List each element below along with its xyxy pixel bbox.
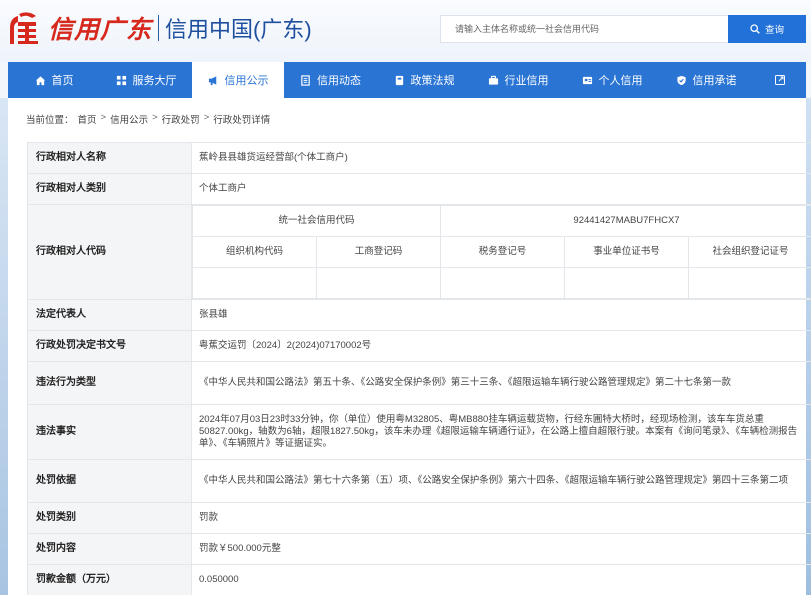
breadcrumb-current: 行政处罚详情 bbox=[213, 115, 271, 126]
nav-label: 信用动态 bbox=[317, 75, 361, 87]
nav-item-home[interactable]: 首页 bbox=[8, 62, 100, 98]
nav-label: 信用承诺 bbox=[692, 75, 737, 87]
book-icon bbox=[395, 75, 403, 85]
breadcrumb-home[interactable]: 首页 bbox=[78, 112, 97, 126]
table-row: 法定代表人 张县雄 bbox=[27, 299, 811, 331]
breadcrumb-prefix: 当前位置： bbox=[26, 115, 74, 126]
grid-icon bbox=[116, 75, 126, 85]
table-row: 统一社会信用代码 92441427MABU7FHCX7 bbox=[192, 205, 811, 237]
id-card-icon bbox=[582, 76, 592, 84]
row-label: 处罚类别 bbox=[27, 502, 192, 534]
page-side-decoration bbox=[0, 98, 8, 595]
search-box bbox=[440, 15, 728, 43]
table-row: 处罚内容 罚款￥500.000元整 bbox=[27, 533, 811, 565]
breadcrumb: 当前位置： 首页 > 信用公示 > 行政处罚 > 行政处罚详情 bbox=[26, 112, 270, 126]
nav-item-personal-credit[interactable]: 个人信用 bbox=[565, 62, 659, 98]
nav-item-credit-publicity[interactable]: 信用公示 bbox=[192, 62, 284, 98]
row-label: 罚款金额（万元） bbox=[27, 564, 192, 595]
penalty-detail-table: 行政相对人名称 蕉岭县县雄货运经营部(个体工商户) 行政相对人类别 个体工商户 … bbox=[27, 142, 811, 595]
row-label: 行政相对人代码 bbox=[27, 204, 192, 300]
nav-item-exit[interactable] bbox=[753, 62, 806, 98]
uscc-value: 92441427MABU7FHCX7 bbox=[440, 205, 811, 237]
table-row: 违法事实 2024年07月03日23时33分钟，你（单位）使用粤M32805、粤… bbox=[27, 404, 811, 460]
breadcrumb-separator: > bbox=[203, 112, 210, 123]
nav-item-service-hall[interactable]: 服务大厅 bbox=[100, 62, 192, 98]
site-header: 信用广东 信用中国(广东) 查询 bbox=[0, 0, 811, 62]
table-row bbox=[192, 267, 811, 299]
breadcrumb-credit-publicity[interactable]: 信用公示 bbox=[110, 112, 148, 126]
row-value: 《中华人民共和国公路法》第五十条、《公路安全保护条例》第三十三条、《超限运输车辆… bbox=[191, 361, 811, 405]
row-value: 2024年07月03日23时33分钟，你（单位）使用粤M32805、粤MB880… bbox=[191, 404, 811, 460]
table-row: 违法行为类型 《中华人民共和国公路法》第五十条、《公路安全保护条例》第三十三条、… bbox=[27, 361, 811, 405]
nav-item-credit-news[interactable]: 信用动态 bbox=[284, 62, 377, 98]
nav-label: 行业信用 bbox=[504, 75, 549, 87]
code-value-empty bbox=[564, 267, 689, 299]
code-value-empty bbox=[688, 267, 811, 299]
row-label: 违法事实 bbox=[27, 404, 192, 460]
nav-item-credit-commitment[interactable]: 信用承诺 bbox=[659, 62, 753, 98]
search-button-label: 查询 bbox=[764, 25, 784, 36]
row-value: 《中华人民共和国公路法》第七十六条第（五）项、《公路安全保护条例》第六十四条、《… bbox=[191, 459, 811, 503]
table-row: 行政相对人类别 个体工商户 bbox=[27, 173, 811, 205]
codes-cell: 统一社会信用代码 92441427MABU7FHCX7 组织机构代码 工商登记码… bbox=[191, 204, 811, 300]
uscc-label: 统一社会信用代码 bbox=[192, 205, 441, 237]
logo-script-text: 信用广东 bbox=[48, 15, 153, 44]
codes-table: 统一社会信用代码 92441427MABU7FHCX7 组织机构代码 工商登记码… bbox=[192, 205, 811, 299]
search-button[interactable]: 查询 bbox=[728, 15, 806, 43]
code-value-empty bbox=[192, 267, 317, 299]
row-label: 行政相对人类别 bbox=[27, 173, 192, 205]
search-icon bbox=[750, 24, 760, 34]
shield-check-icon bbox=[676, 75, 686, 85]
row-label: 处罚依据 bbox=[27, 459, 192, 503]
briefcase-icon bbox=[488, 75, 498, 85]
nav-label: 个人信用 bbox=[598, 75, 643, 87]
row-value: 罚款￥500.000元整 bbox=[191, 533, 811, 565]
megaphone-icon bbox=[208, 75, 216, 85]
code-header: 社会组织登记证号 bbox=[688, 236, 811, 268]
table-row: 组织机构代码 工商登记码 税务登记号 事业单位证书号 社会组织登记证号 bbox=[192, 236, 811, 268]
row-value: 0.050000 bbox=[191, 564, 811, 595]
exit-icon bbox=[774, 75, 785, 85]
breadcrumb-separator: > bbox=[100, 112, 107, 123]
logo-text: 信用中国(广东) bbox=[165, 17, 312, 42]
row-label: 行政处罚决定书文号 bbox=[27, 330, 192, 362]
code-header: 事业单位证书号 bbox=[564, 236, 689, 268]
code-header: 税务登记号 bbox=[440, 236, 565, 268]
row-value: 个体工商户 bbox=[191, 173, 811, 205]
row-label: 违法行为类型 bbox=[27, 361, 192, 405]
code-header: 工商登记码 bbox=[316, 236, 441, 268]
table-row: 行政处罚决定书文号 粤蕉交运罚〔2024〕2(2024)07170002号 bbox=[27, 330, 811, 362]
table-row: 罚款金额（万元） 0.050000 bbox=[27, 564, 811, 595]
nav-item-industry-credit[interactable]: 行业信用 bbox=[471, 62, 565, 98]
row-label: 处罚内容 bbox=[27, 533, 192, 565]
breadcrumb-penalty[interactable]: 行政处罚 bbox=[162, 112, 200, 126]
logo-emblem-icon bbox=[6, 10, 42, 46]
nav-label: 政策法规 bbox=[410, 75, 455, 87]
nav-label: 服务大厅 bbox=[132, 75, 177, 87]
home-icon bbox=[35, 75, 45, 85]
table-row: 行政相对人名称 蕉岭县县雄货运经营部(个体工商户) bbox=[27, 142, 811, 174]
nav-label: 首页 bbox=[51, 75, 74, 87]
table-row: 行政相对人代码 统一社会信用代码 92441427MABU7FHCX7 组织机构… bbox=[27, 204, 811, 300]
nav-item-policies[interactable]: 政策法规 bbox=[377, 62, 471, 98]
logo-divider bbox=[158, 15, 160, 41]
row-label: 法定代表人 bbox=[27, 299, 192, 331]
nav-label: 信用公示 bbox=[224, 75, 269, 87]
row-value: 罚款 bbox=[191, 502, 811, 534]
code-header: 组织机构代码 bbox=[192, 236, 317, 268]
row-label: 行政相对人名称 bbox=[27, 142, 192, 174]
code-value-empty bbox=[316, 267, 441, 299]
main-nav: 首页 服务大厅 信用公示 信用动态 政策法规 行业信用 个人信用 信用承诺 bbox=[8, 62, 806, 98]
table-row: 处罚依据 《中华人民共和国公路法》第七十六条第（五）项、《公路安全保护条例》第六… bbox=[27, 459, 811, 503]
table-row: 处罚类别 罚款 bbox=[27, 502, 811, 534]
code-value-empty bbox=[440, 267, 565, 299]
breadcrumb-separator: > bbox=[152, 112, 158, 123]
row-value: 粤蕉交运罚〔2024〕2(2024)07170002号 bbox=[191, 330, 811, 362]
search-input[interactable] bbox=[441, 16, 728, 42]
row-value: 蕉岭县县雄货运经营部(个体工商户) bbox=[191, 142, 811, 174]
document-icon bbox=[301, 74, 310, 86]
row-value: 张县雄 bbox=[191, 299, 811, 331]
site-logo[interactable]: 信用广东 信用中国(广东) bbox=[6, 8, 312, 48]
